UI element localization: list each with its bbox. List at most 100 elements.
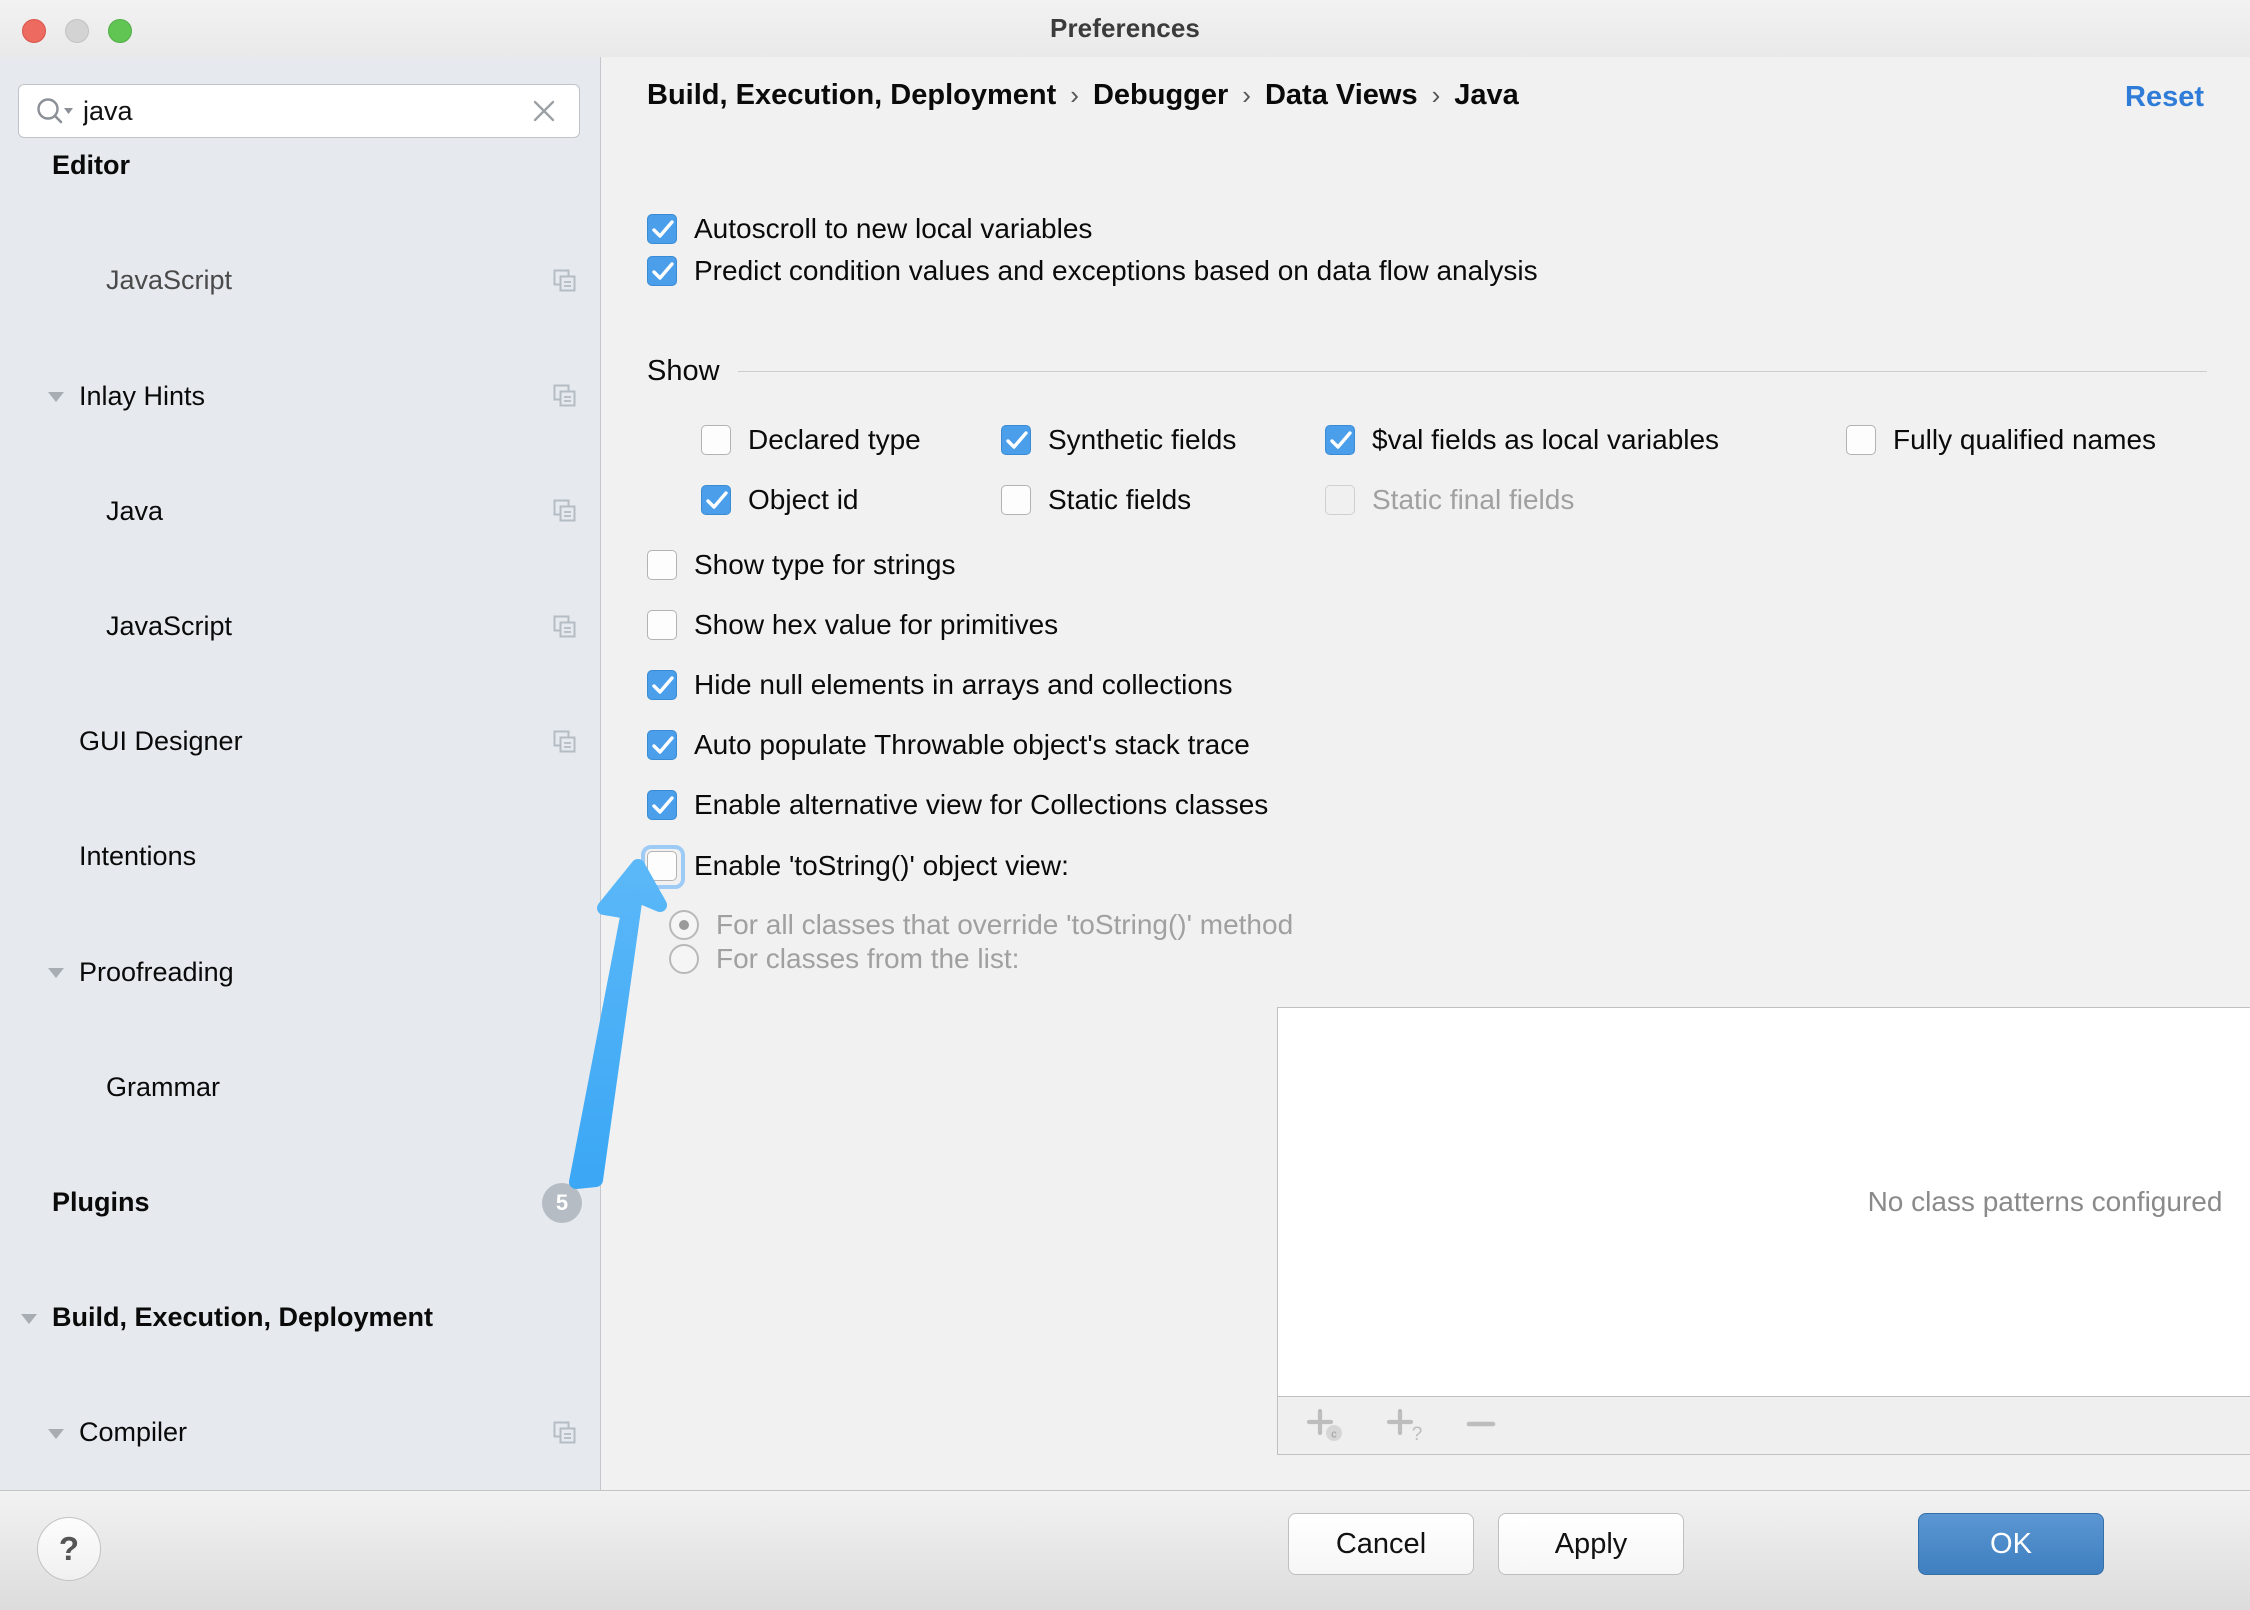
checkbox	[1325, 485, 1355, 515]
checkbox[interactable]	[701, 485, 731, 515]
radio-for-all-classes-override-tostring: For all classes that override 'toString(…	[669, 909, 1293, 941]
checkbox[interactable]	[647, 730, 677, 760]
checkbox[interactable]	[1001, 425, 1031, 455]
checkbox[interactable]	[1325, 425, 1355, 455]
show-group-header: Show	[647, 355, 2207, 388]
copy-icon[interactable]	[552, 614, 578, 640]
sidebar-item-javascript[interactable]: JavaScript	[0, 252, 600, 310]
settings-tree[interactable]: Editor JavaScript Inlay Hints Java JavaScrip…	[0, 137, 600, 1472]
divider	[737, 371, 2207, 372]
option-label: Autoscroll to new local variables	[694, 213, 1093, 244]
checkbox[interactable]	[647, 610, 677, 640]
remove-button[interactable]	[1464, 1406, 1510, 1446]
checkbox[interactable]	[647, 256, 677, 286]
sidebar-item-grammar[interactable]: Grammar	[0, 1059, 600, 1117]
breadcrumb-separator: ›	[1242, 80, 1251, 110]
option-predict-condition-values[interactable]: Predict condition values and exceptions …	[647, 255, 1538, 287]
breadcrumb-item[interactable]: Java	[1454, 79, 1519, 112]
chevron-down-icon[interactable]	[18, 1307, 40, 1329]
breadcrumb-item[interactable]: Build, Execution, Deployment	[647, 79, 1056, 112]
reset-link[interactable]: Reset	[2125, 81, 2204, 114]
sidebar-item-label: Proofreading	[79, 956, 234, 987]
option-label: Declared type	[748, 424, 921, 455]
option-label: Object id	[748, 484, 859, 515]
chevron-down-icon[interactable]	[45, 1422, 67, 1444]
checkbox[interactable]	[647, 214, 677, 244]
option-auto-populate-throwable-stack-trace[interactable]: Auto populate Throwable object's stack t…	[647, 729, 1250, 761]
checkbox[interactable]	[647, 550, 677, 580]
sidebar-item-build-execution-deployment[interactable]: Build, Execution, Deployment	[0, 1289, 600, 1347]
show-group: Show	[647, 355, 2207, 388]
cancel-button[interactable]: Cancel	[1288, 1513, 1474, 1575]
breadcrumb-item[interactable]: Data Views	[1265, 79, 1418, 112]
sidebar-item-label: Grammar	[106, 1071, 220, 1102]
copy-icon[interactable]	[552, 383, 578, 409]
sidebar-item-label: Java	[106, 495, 164, 526]
apply-button[interactable]: Apply	[1498, 1513, 1684, 1575]
sidebar-item-inlay-hints[interactable]: Inlay Hints	[0, 367, 600, 425]
option-label: Enable alternative view for Collections …	[694, 789, 1269, 820]
class-patterns-list[interactable]: No class patterns configured	[1277, 1007, 2250, 1397]
option-show-type-for-strings[interactable]: Show type for strings	[647, 549, 955, 581]
option-object-id[interactable]: Object id	[701, 484, 859, 516]
option-label: Predict condition values and exceptions …	[694, 255, 1538, 286]
option-label: Enable 'toString()' object view:	[694, 850, 1069, 881]
search-icon[interactable]	[35, 96, 75, 126]
option-enable-alternative-collections-view[interactable]: Enable alternative view for Collections …	[647, 789, 1268, 821]
close-icon[interactable]	[531, 98, 557, 124]
radio-label: For classes from the list:	[716, 943, 1020, 974]
breadcrumb-item[interactable]: Debugger	[1093, 79, 1228, 112]
sidebar-item-intentions[interactable]: Intentions	[0, 828, 600, 886]
sidebar-item-editor[interactable]: Editor	[0, 137, 600, 195]
sidebar-item-label: JavaScript	[106, 611, 233, 642]
checkbox[interactable]	[701, 425, 731, 455]
help-button[interactable]: ?	[37, 1517, 101, 1581]
checkbox[interactable]	[641, 845, 685, 889]
show-group-title: Show	[647, 355, 720, 387]
status-badge: 5	[542, 1182, 582, 1223]
sidebar-item-label: Inlay Hints	[79, 380, 206, 411]
option-show-hex-value-for-primitives[interactable]: Show hex value for primitives	[647, 609, 1058, 641]
copy-icon[interactable]	[552, 1420, 578, 1446]
sidebar-item-gui-designer[interactable]: GUI Designer	[0, 713, 600, 771]
ok-button[interactable]: OK	[1918, 1513, 2104, 1575]
option-hide-null-elements[interactable]: Hide null elements in arrays and collect…	[647, 669, 1233, 701]
copy-icon[interactable]	[552, 729, 578, 755]
breadcrumb-separator: ›	[1431, 80, 1441, 110]
sidebar-item-proofreading[interactable]: Proofreading	[0, 943, 600, 1001]
checkbox[interactable]	[647, 790, 677, 820]
option-label: Static fields	[1048, 484, 1192, 515]
sidebar-item-compiler[interactable]: Compiler	[0, 1404, 600, 1462]
add-pattern-button[interactable]: ?	[1384, 1406, 1430, 1446]
option-synthetic-fields[interactable]: Synthetic fields	[1001, 424, 1236, 456]
sidebar-item-label: GUI Designer	[79, 726, 243, 757]
option-static-fields[interactable]: Static fields	[1001, 484, 1191, 516]
sidebar-item-plugins[interactable]: Plugins 5	[0, 1174, 600, 1232]
search-field[interactable]: java	[18, 84, 580, 138]
checkbox[interactable]	[647, 670, 677, 700]
search-input[interactable]: java	[83, 96, 531, 127]
add-class-button[interactable]: c	[1304, 1406, 1350, 1446]
sidebar-item-javascript[interactable]: JavaScript	[0, 598, 600, 656]
sidebar-item-label: Plugins	[52, 1187, 150, 1218]
option-fully-qualified-names[interactable]: Fully qualified names	[1846, 424, 2156, 456]
chevron-down-icon[interactable]	[45, 385, 67, 407]
checkbox[interactable]	[1846, 425, 1876, 455]
option-enable-tostring-object-view[interactable]: Enable 'toString()' object view:	[641, 845, 1069, 889]
copy-icon[interactable]	[552, 268, 578, 294]
option-label: Show hex value for primitives	[694, 609, 1059, 640]
sidebar-item-java[interactable]: Java	[0, 483, 600, 541]
option-label: Show type for strings	[694, 549, 956, 580]
class-patterns-toolbar: c ?	[1277, 1397, 2250, 1455]
sidebar-item-label: Editor	[52, 150, 130, 181]
option-label: $val fields as local variables	[1372, 424, 1720, 455]
option-declared-type[interactable]: Declared type	[701, 424, 921, 456]
chevron-down-icon[interactable]	[45, 961, 67, 983]
option-val-fields-as-local-variables[interactable]: $val fields as local variables	[1325, 424, 1719, 456]
settings-sidebar: java Editor JavaScript Inlay Hints Java Java…	[0, 57, 601, 1490]
focus-ring	[641, 845, 685, 889]
option-static-final-fields: Static final fields	[1325, 484, 1574, 516]
checkbox[interactable]	[1001, 485, 1031, 515]
option-autoscroll-to-new-local-variables[interactable]: Autoscroll to new local variables	[647, 213, 1092, 245]
copy-icon[interactable]	[552, 498, 578, 524]
